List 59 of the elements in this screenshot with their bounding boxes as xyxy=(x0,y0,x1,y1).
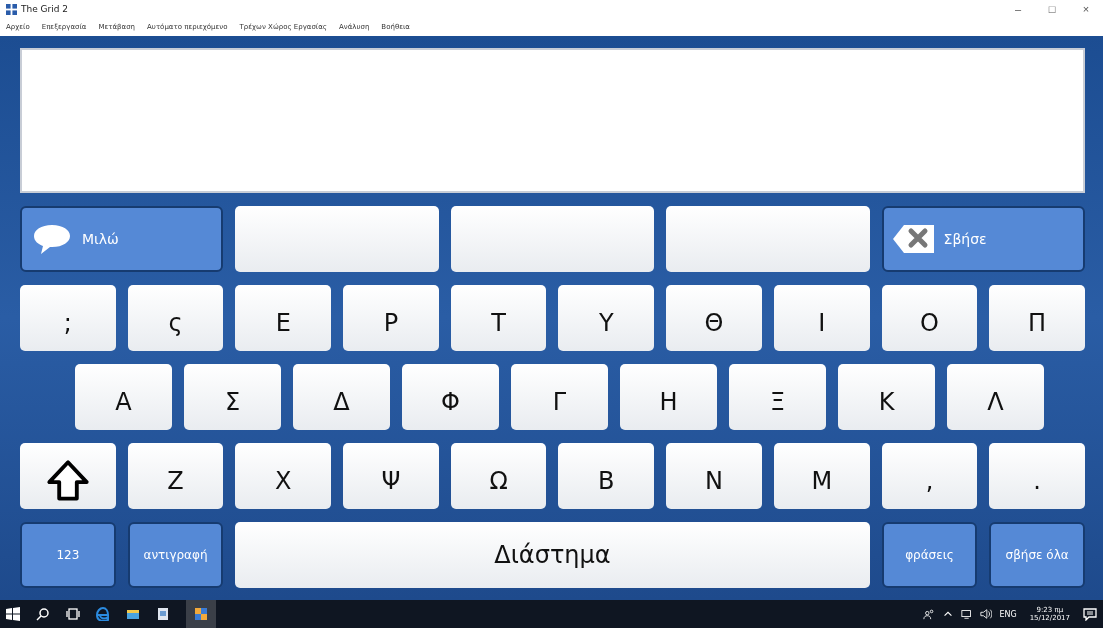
prediction-cell[interactable] xyxy=(235,206,439,272)
key[interactable]: φράσεις xyxy=(881,522,978,588)
key[interactable]: Μ xyxy=(773,443,870,509)
speak-button[interactable]: Μιλώ xyxy=(20,206,224,272)
prediction-cell[interactable] xyxy=(450,206,655,272)
key[interactable]: Θ xyxy=(666,285,762,351)
folder-icon[interactable] xyxy=(126,607,140,621)
key[interactable]: , xyxy=(881,443,978,509)
key[interactable]: Τ xyxy=(450,285,547,351)
key[interactable]: ; xyxy=(20,285,116,351)
key[interactable]: Ρ xyxy=(343,285,439,351)
key[interactable]: Ψ xyxy=(343,443,439,509)
key[interactable]: Α xyxy=(75,364,172,430)
text-output-field[interactable] xyxy=(20,48,1085,193)
window-control[interactable]: × xyxy=(1069,0,1103,18)
key[interactable]: . xyxy=(989,443,1085,509)
key[interactable]: Ε xyxy=(235,285,332,351)
key[interactable]: Υ xyxy=(558,285,655,351)
key[interactable]: Ο xyxy=(881,285,978,351)
app-icon xyxy=(6,3,17,15)
window-title: The Grid 2 xyxy=(21,4,69,14)
backspace-icon xyxy=(891,223,936,255)
key[interactable]: αντιγραφή xyxy=(127,522,224,588)
shift-key[interactable] xyxy=(20,443,116,509)
key[interactable]: Ι xyxy=(773,285,870,351)
document-icon[interactable] xyxy=(156,607,170,621)
key[interactable]: Ν xyxy=(666,443,762,509)
key[interactable]: σβήσε όλα xyxy=(989,522,1085,588)
key[interactable]: Φ xyxy=(402,364,499,430)
key[interactable]: 123 xyxy=(20,522,116,588)
prediction-cell[interactable] xyxy=(666,206,870,272)
space-key[interactable]: Διάστημα xyxy=(235,522,870,588)
notification-icon[interactable] xyxy=(1083,607,1097,621)
key[interactable]: Ζ xyxy=(127,443,224,509)
browser-icon[interactable] xyxy=(96,607,110,621)
key[interactable]: Χ xyxy=(235,443,332,509)
language-indicator[interactable]: ENG xyxy=(999,609,1017,619)
search-icon[interactable] xyxy=(36,607,50,621)
task-view-icon[interactable] xyxy=(66,607,80,621)
key[interactable]: Π xyxy=(989,285,1085,351)
window-control[interactable]: – xyxy=(1001,0,1035,18)
backspace-button[interactable]: Σβήσε xyxy=(881,206,1085,272)
key[interactable]: Γ xyxy=(511,364,608,430)
start-icon[interactable] xyxy=(6,607,20,621)
people-icon[interactable] xyxy=(923,608,936,620)
key[interactable]: Β xyxy=(558,443,655,509)
key[interactable]: Κ xyxy=(838,364,935,430)
active-app-tile[interactable] xyxy=(186,600,216,628)
key[interactable]: Σ xyxy=(184,364,281,430)
key[interactable]: ς xyxy=(127,285,224,351)
key[interactable]: Δ xyxy=(293,364,390,430)
key[interactable]: Λ xyxy=(947,364,1044,430)
speaker-icon[interactable] xyxy=(980,608,993,620)
window-control[interactable]: □ xyxy=(1035,0,1069,18)
puzzle-icon xyxy=(194,607,208,621)
key[interactable]: Ξ xyxy=(729,364,826,430)
key[interactable]: Η xyxy=(620,364,717,430)
network-icon[interactable] xyxy=(961,608,974,620)
key[interactable]: Ω xyxy=(450,443,547,509)
